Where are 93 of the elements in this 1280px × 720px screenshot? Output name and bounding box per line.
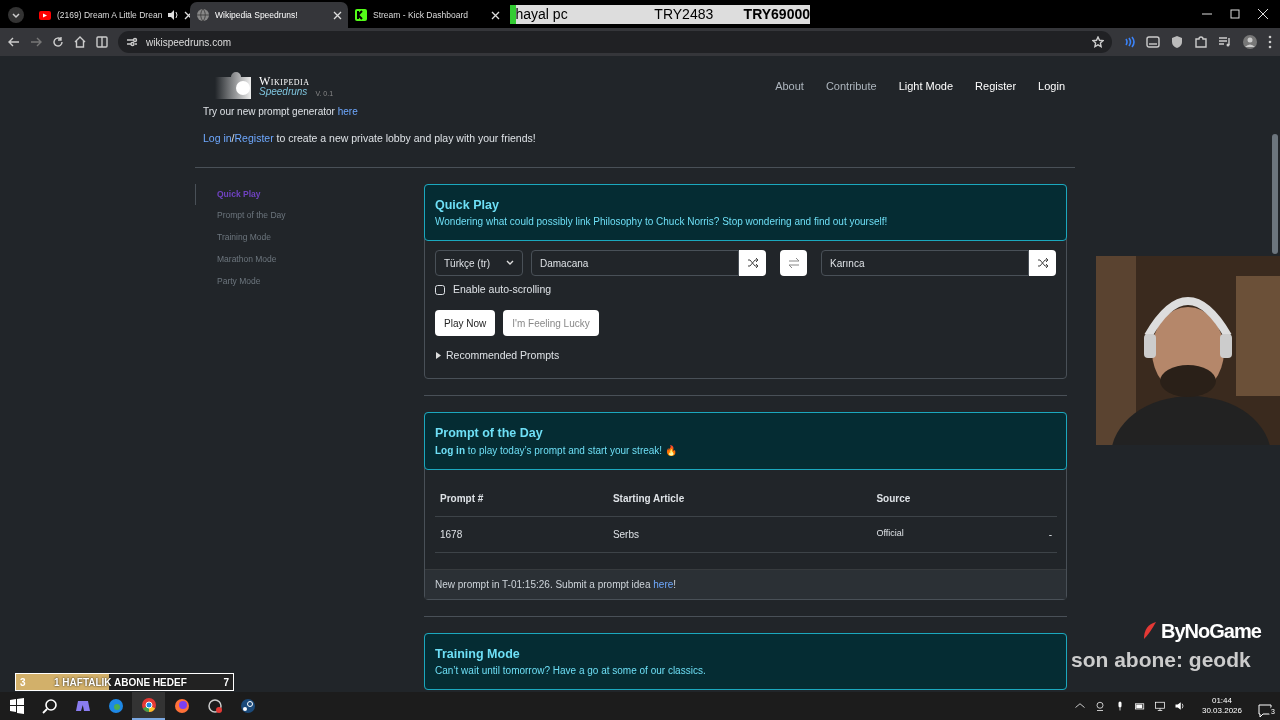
video-icon	[38, 8, 52, 22]
forward-icon[interactable]	[30, 36, 42, 48]
clock-time[interactable]: 01:44	[1211, 696, 1232, 706]
shuffle-icon	[1036, 257, 1049, 270]
intro-text: Try our new prompt generator here	[202, 106, 359, 118]
logo-title: Wikipedia	[259, 75, 311, 87]
article-input[interactable]: Karınca	[821, 250, 1029, 277]
shield-icon[interactable]	[1170, 35, 1184, 49]
log-in-link[interactable]: Log in	[203, 132, 232, 144]
table-cell: Serbs	[607, 516, 872, 553]
checkbox[interactable]	[435, 285, 445, 296]
logo-subtitle: Speedruns	[259, 87, 308, 97]
nav-link[interactable]: Login	[1038, 77, 1065, 95]
chrome-icon[interactable]	[140, 697, 157, 713]
table-cell: -	[1013, 516, 1057, 553]
card-subtitle: Wondering what could possibly link Philosophy to Chuck Norris? Stop wondering and find out yourself!	[435, 215, 889, 230]
tab-list-icon[interactable]	[8, 7, 24, 23]
app-icon[interactable]	[206, 698, 223, 714]
site-settings-icon[interactable]	[126, 36, 138, 48]
nav-link[interactable]: About	[775, 77, 804, 95]
home-icon[interactable]	[74, 36, 86, 48]
column-header: Source	[871, 480, 1014, 517]
profile-avatar-icon[interactable]	[1242, 34, 1258, 50]
action-button[interactable]: I'm Feeling Lucky	[503, 310, 599, 337]
shuffle-icon	[746, 257, 759, 270]
disclosure-label[interactable]: Recommended Prompts	[446, 348, 560, 364]
close-icon[interactable]	[1258, 9, 1268, 19]
clock-date[interactable]: 30.03.2026	[1201, 706, 1242, 716]
caret-right-icon[interactable]	[435, 352, 442, 360]
table-cell: 1678	[435, 516, 608, 553]
split-view-icon[interactable]	[96, 36, 108, 48]
k-logo-icon	[354, 8, 368, 22]
donation-amount: TRY2483	[653, 5, 715, 24]
url-text: wikispeedruns.com	[146, 35, 232, 50]
windows-start-icon[interactable]	[8, 698, 25, 714]
register-link[interactable]: Register	[234, 132, 274, 144]
shuffle-button[interactable]	[1029, 250, 1056, 277]
browser-tab[interactable]: Wikipedia Speedruns!	[190, 2, 348, 28]
nav-link[interactable]: Register	[975, 77, 1017, 95]
media-icon[interactable]	[1218, 35, 1232, 49]
browser-tab[interactable]: (2169) Dream A Little Drean	[32, 2, 190, 28]
checkbox-label: Enable auto-scrolling	[453, 282, 552, 298]
card-title: Quick Play	[435, 196, 500, 214]
action-button[interactable]: Play Now	[435, 310, 496, 337]
link[interactable]: here	[337, 106, 358, 117]
donor-name: hayal pc	[515, 5, 569, 24]
menu-icon[interactable]	[1268, 35, 1272, 49]
shuffle-button[interactable]	[739, 250, 766, 277]
battery-icon[interactable]	[1133, 700, 1146, 712]
star-icon[interactable]	[1092, 36, 1104, 48]
goal-current: 3	[19, 675, 27, 690]
nav-link[interactable]: Contribute	[825, 77, 877, 95]
donation-goal: TRY69000	[743, 5, 810, 24]
back-icon[interactable]	[8, 36, 20, 48]
maximize-icon[interactable]	[1230, 9, 1240, 19]
article-input[interactable]: Damacana	[531, 250, 739, 277]
swap-icon	[787, 257, 800, 270]
feather-logo-icon	[1142, 621, 1158, 641]
firefox-icon[interactable]	[173, 698, 190, 714]
goal-target: 7	[223, 675, 230, 690]
column-header: Prompt #	[435, 480, 608, 517]
language-select[interactable]: Türkçe (tr)	[435, 250, 523, 277]
volume-icon[interactable]	[1173, 700, 1186, 712]
reload-icon[interactable]	[52, 36, 64, 48]
puzzle-icon[interactable]	[1194, 35, 1208, 49]
card-subtitle: Can’t wait until tomorrow? Have a go at some of our classics.	[435, 664, 707, 679]
card-title: Prompt of the Day	[435, 424, 544, 442]
scrollbar-thumb[interactable]	[1272, 134, 1278, 254]
edge-icon[interactable]	[107, 698, 124, 714]
nav-link[interactable]: Light Mode	[898, 77, 954, 95]
network-icon[interactable]	[1153, 700, 1166, 712]
steam-icon[interactable]	[239, 698, 256, 714]
address-bar[interactable]: wikispeedruns.com	[118, 31, 1112, 53]
accent-bar	[510, 5, 516, 24]
card-subtitle: Log in to play today’s prompt and start your streak! 🔥	[435, 443, 678, 458]
close-icon[interactable]	[491, 10, 500, 20]
swap-button[interactable]	[780, 250, 807, 277]
column-header: Starting Article	[607, 480, 872, 517]
speaker-icon[interactable]	[167, 9, 180, 21]
footer-text: New prompt in T-01:15:26. Submit a prompt idea here!	[425, 568, 1066, 599]
webcam-icon[interactable]	[1093, 700, 1106, 712]
extension-icon[interactable]	[1146, 35, 1160, 49]
extension-icon[interactable]	[1122, 35, 1136, 49]
brand-name: ByNoGame	[1161, 619, 1261, 644]
lobby-text: Log in/Register to create a new private lobby and play with your friends!	[203, 132, 536, 144]
table-cell: Official	[871, 516, 1014, 553]
chevron-down-icon	[506, 260, 514, 267]
card-title: Training Mode	[435, 645, 521, 663]
search-icon[interactable]	[41, 698, 58, 714]
close-icon[interactable]	[333, 10, 342, 20]
last-subscriber-text: son abone: geodk	[1071, 647, 1251, 673]
browser-tab[interactable]: Stream - Kick Dashboard	[348, 2, 506, 28]
globe-icon	[196, 8, 210, 22]
